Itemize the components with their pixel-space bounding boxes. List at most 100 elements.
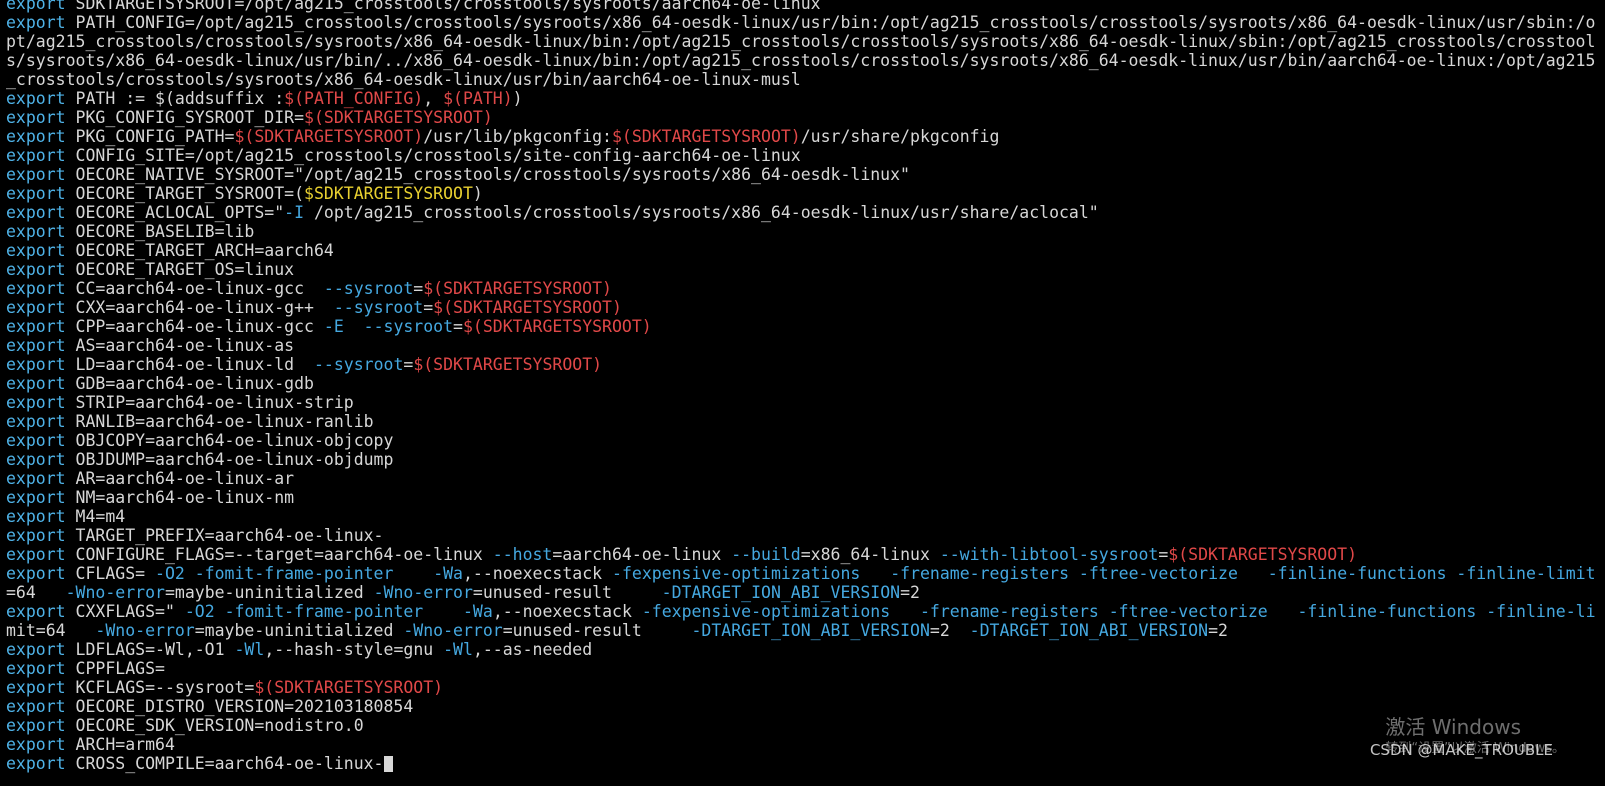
terminal-token: -DTARGET_ION_ABI_VERSION <box>661 583 901 602</box>
terminal-token: -Wno-error <box>65 583 165 602</box>
terminal-token: CONFIG_SITE=/opt/ag215_crosstools/crosst… <box>65 146 801 165</box>
terminal-token: PATH := $(addsuffix : <box>65 89 285 108</box>
terminal-token: ,--noexecstack <box>463 564 613 583</box>
terminal-token: CONFIGURE_FLAGS=--target=aarch64-oe-linu… <box>65 545 493 564</box>
terminal-token: =maybe-uninitialized <box>164 583 374 602</box>
terminal-token: STRIP=aarch64-oe-linux-strip <box>65 393 354 412</box>
terminal-line: export AR=aarch64-oe-linux-ar <box>6 469 1596 488</box>
terminal-line: export PATH_CONFIG=/opt/ag215_crosstools… <box>6 13 1596 32</box>
terminal-line: export SDKTARGETSYSROOT=/opt/ag215_cross… <box>6 0 1596 13</box>
terminal-token: --sysroot <box>313 355 404 374</box>
terminal-line: export OECORE_ACLOCAL_OPTS="-I /opt/ag21… <box>6 203 1596 222</box>
terminal-line: export OECORE_NATIVE_SYSROOT="/opt/ag215… <box>6 165 1596 184</box>
terminal-line: export CFLAGS= -O2 -fomit-frame-pointer … <box>6 564 1596 583</box>
terminal-line: pt/ag215_crosstools/crosstools/sysroots/… <box>6 32 1596 51</box>
terminal-token: export <box>6 469 66 488</box>
terminal-line: export OECORE_TARGET_ARCH=aarch64 <box>6 241 1596 260</box>
terminal-token: NM=aarch64-oe-linux-nm <box>65 488 295 507</box>
terminal-line: =64 -Wno-error=maybe-uninitialized -Wno-… <box>6 583 1596 602</box>
terminal-token: s/sysroots/x86_64-oesdk-linux/usr/bin/..… <box>6 51 1596 70</box>
terminal-line: export CC=aarch64-oe-linux-gcc --sysroot… <box>6 279 1596 298</box>
terminal-token: -fexpensive-optimizations <box>641 602 891 621</box>
terminal-token: export <box>6 488 66 507</box>
terminal-token: -Wno-error <box>403 621 503 640</box>
activation-title: 激活 Windows <box>1385 715 1521 739</box>
terminal-token: =2 <box>1208 621 1228 640</box>
terminal-token: export <box>6 317 66 336</box>
terminal-token: OECORE_TARGET_OS=linux <box>65 260 295 279</box>
terminal-output: export SDKTARGETSYSROOT=/opt/ag215_cross… <box>6 0 1596 773</box>
terminal-token: $(SDKTARGETSYSROOT) <box>254 678 444 697</box>
terminal-token: export <box>6 526 66 545</box>
terminal-line: export CXX=aarch64-oe-linux-g++ --sysroo… <box>6 298 1596 317</box>
terminal-token: -finline-functions -finline-limit <box>1267 564 1596 583</box>
terminal-token: -I <box>284 203 305 222</box>
terminal-token: CROSS_COMPILE=aarch64-oe-linux- <box>65 754 384 773</box>
terminal-token: = <box>1158 545 1169 564</box>
terminal-token: =maybe-uninitialized <box>194 621 404 640</box>
terminal-line: export CPP=aarch64-oe-linux-gcc -E --sys… <box>6 317 1596 336</box>
terminal-token: export <box>6 184 66 203</box>
terminal-token: -Wa <box>433 564 463 583</box>
terminal-token: export <box>6 222 66 241</box>
terminal-token: OECORE_SDK_VERSION=nodistro.0 <box>65 716 364 735</box>
terminal-token: /usr/share/pkgconfig <box>800 127 1000 146</box>
terminal-token: export <box>6 374 66 393</box>
terminal-token: =unused-result <box>472 583 662 602</box>
terminal-token: PKG_CONFIG_PATH= <box>65 127 235 146</box>
terminal-line: export STRIP=aarch64-oe-linux-strip <box>6 393 1596 412</box>
terminal-token: -O2 -fomit-frame-pointer <box>155 564 394 583</box>
terminal-token: pt/ag215_crosstools/crosstools/sysroots/… <box>6 32 1596 51</box>
terminal-token: export <box>6 165 66 184</box>
terminal-token: export <box>6 564 66 583</box>
terminal-line: export PKG_CONFIG_SYSROOT_DIR=$(SDKTARGE… <box>6 108 1596 127</box>
terminal-token: = <box>423 298 434 317</box>
terminal-token: export <box>6 355 66 374</box>
terminal-token: PATH_CONFIG=/opt/ag215_crosstools/crosst… <box>65 13 1596 32</box>
terminal-token: =x86_64-linux <box>800 545 940 564</box>
terminal-token: ) <box>512 89 523 108</box>
terminal-token: LDFLAGS=-Wl,-O1 <box>65 640 235 659</box>
terminal-token: /usr/lib/pkgconfig: <box>423 127 612 146</box>
terminal-token: export <box>6 678 66 697</box>
csdn-credit: CSDN @MAKE_TROUBLE <box>1369 741 1553 759</box>
terminal-window[interactable]: export SDKTARGETSYSROOT=/opt/ag215_cross… <box>0 0 1605 786</box>
terminal-token: -Wa <box>463 602 493 621</box>
terminal-token: export <box>6 450 66 469</box>
terminal-line: s/sysroots/x86_64-oesdk-linux/usr/bin/..… <box>6 51 1596 70</box>
terminal-token: $(PATH_CONFIG) <box>284 89 424 108</box>
terminal-line: export CONFIGURE_FLAGS=--target=aarch64-… <box>6 545 1596 564</box>
terminal-token: TARGET_PREFIX=aarch64-oe-linux- <box>65 526 384 545</box>
terminal-token: M4=m4 <box>65 507 126 526</box>
terminal-line: export CONFIG_SITE=/opt/ag215_crosstools… <box>6 146 1596 165</box>
terminal-token: --sysroot <box>363 317 454 336</box>
terminal-token: PKG_CONFIG_SYSROOT_DIR= <box>65 108 305 127</box>
terminal-line: export NM=aarch64-oe-linux-nm <box>6 488 1596 507</box>
terminal-token: -frename-registers -ftree-vectorize <box>920 602 1268 621</box>
terminal-token: CXX=aarch64-oe-linux-g++ <box>65 298 334 317</box>
text-cursor <box>383 756 393 772</box>
terminal-token: =2 <box>929 621 970 640</box>
terminal-token: $(SDKTARGETSYSROOT) <box>413 355 603 374</box>
terminal-token: export <box>6 716 66 735</box>
terminal-token: /opt/ag215_crosstools/crosstools/sysroot… <box>304 203 1099 222</box>
terminal-token: -O2 -fomit-frame-pointer <box>184 602 424 621</box>
terminal-line: export PATH := $(addsuffix :$(PATH_CONFI… <box>6 89 1596 108</box>
terminal-line: mit=64 -Wno-error=maybe-uninitialized -W… <box>6 621 1596 640</box>
terminal-token: export <box>6 754 66 773</box>
terminal-token: AR=aarch64-oe-linux-ar <box>65 469 295 488</box>
terminal-token: GDB=aarch64-oe-linux-gdb <box>65 374 314 393</box>
terminal-line: export OBJDUMP=aarch64-oe-linux-objdump <box>6 450 1596 469</box>
terminal-token: OBJCOPY=aarch64-oe-linux-objcopy <box>65 431 394 450</box>
terminal-line: export CXXFLAGS=" -O2 -fomit-frame-point… <box>6 602 1596 621</box>
terminal-line: export OECORE_TARGET_OS=linux <box>6 260 1596 279</box>
terminal-token: --build <box>731 545 801 564</box>
terminal-token: $(SDKTARGETSYSROOT) <box>462 317 652 336</box>
terminal-line: export M4=m4 <box>6 507 1596 526</box>
terminal-token: KCFLAGS=--sysroot= <box>65 678 255 697</box>
terminal-token: = <box>403 355 414 374</box>
terminal-line: export OECORE_BASELIB=lib <box>6 222 1596 241</box>
